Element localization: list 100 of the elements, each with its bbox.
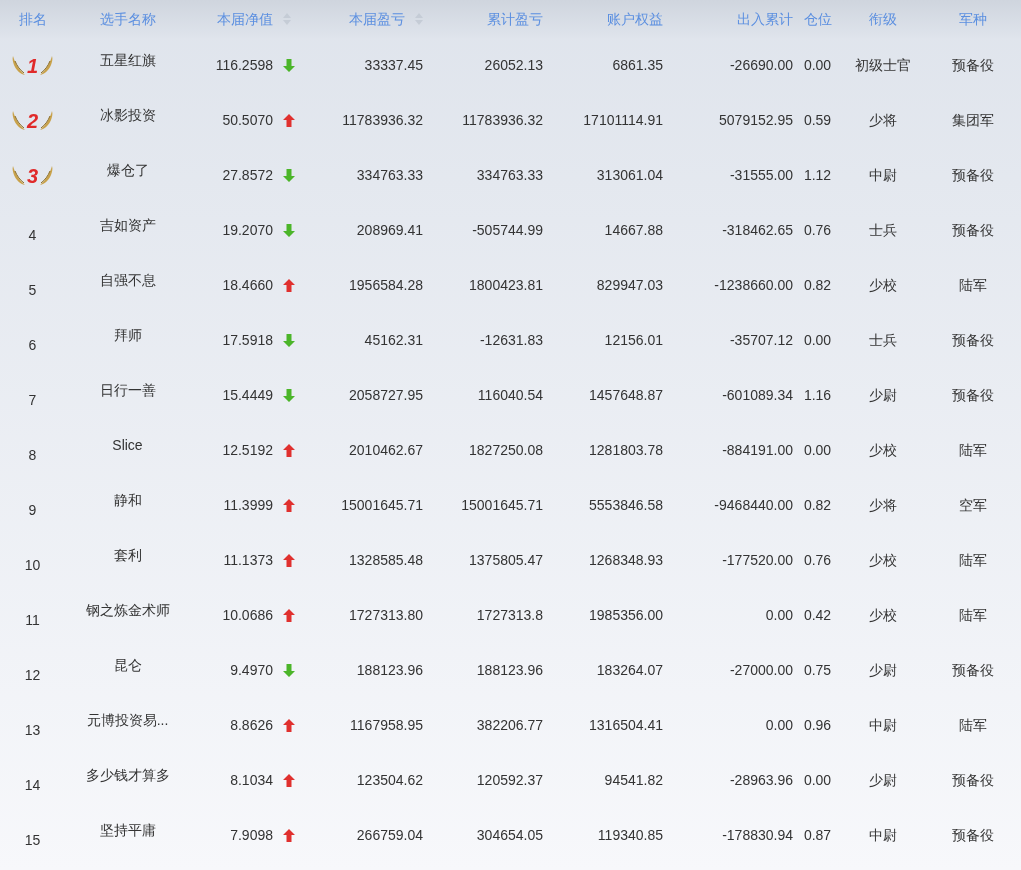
account-equity: 1268348.93 — [589, 551, 663, 570]
net-value: 50.5070 — [222, 111, 273, 130]
account-equity: 1985356.00 — [589, 606, 663, 625]
period-pnl: 334763.33 — [356, 166, 423, 185]
player-name[interactable]: 吉如资产 — [99, 215, 156, 236]
rank-title: 中尉 — [868, 166, 897, 185]
column-header: 衔级 — [868, 9, 897, 29]
player-name[interactable]: 多少钱才算多 — [85, 765, 170, 786]
branch: 陆军 — [959, 441, 987, 460]
period-pnl: 1167958.95 — [350, 716, 423, 735]
net-value: 19.2070 — [222, 221, 273, 240]
net-value: 17.5918 — [222, 331, 273, 350]
account-equity: 1457648.87 — [589, 386, 663, 405]
net-flow: -1238660.00 — [714, 276, 793, 295]
branch: 陆军 — [959, 716, 987, 735]
period-pnl: 188123.96 — [356, 661, 423, 680]
net-value: 10.0686 — [222, 606, 273, 625]
column-header: 账户权益 — [607, 9, 663, 29]
player-name[interactable]: 爆仓了 — [106, 160, 149, 181]
player-name[interactable]: 冰影投资 — [99, 105, 156, 126]
position: 0.76 — [803, 221, 832, 240]
player-name[interactable]: Slice — [112, 435, 143, 456]
rank-number: 9 — [28, 501, 37, 520]
net-flow: -9468440.00 — [714, 496, 793, 515]
net-value: 11.3999 — [223, 496, 273, 515]
account-equity: 12156.01 — [604, 331, 663, 350]
total-pnl: 304654.05 — [476, 826, 543, 845]
period-pnl: 33337.45 — [364, 56, 423, 75]
position: 0.00 — [803, 441, 832, 460]
period-pnl: 45162.31 — [364, 331, 423, 350]
branch: 预备役 — [952, 826, 994, 845]
rank-number: 6 — [28, 336, 37, 355]
total-pnl: 15001645.71 — [461, 496, 543, 515]
rank-number: 8 — [28, 446, 37, 465]
branch: 预备役 — [952, 331, 994, 350]
net-flow: -318462.65 — [722, 221, 793, 240]
period-pnl: 123504.62 — [356, 771, 423, 790]
total-pnl: 1375805.47 — [469, 551, 543, 570]
position: 0.00 — [803, 771, 832, 790]
net-value: 11.1373 — [223, 551, 273, 570]
period-pnl: 1956584.28 — [349, 276, 423, 295]
account-equity: 6861.35 — [612, 56, 663, 75]
total-pnl: 188123.96 — [476, 661, 543, 680]
net-value: 18.4660 — [222, 276, 273, 295]
player-name[interactable]: 自强不息 — [99, 270, 156, 291]
player-name[interactable]: 钢之炼金术师 — [85, 600, 170, 621]
account-equity: 183264.07 — [596, 661, 663, 680]
player-name[interactable]: 元博投资易... — [86, 710, 169, 731]
player-name[interactable]: 静和 — [113, 490, 142, 511]
rank-number: 12 — [24, 666, 41, 685]
net-flow: -884191.00 — [722, 441, 793, 460]
column-header: 出入累计 — [737, 9, 793, 29]
position: 0.42 — [803, 606, 832, 625]
total-pnl: 1800423.81 — [469, 276, 543, 295]
rank-title: 少尉 — [868, 771, 897, 790]
rank-title: 中尉 — [868, 826, 897, 845]
net-value: 12.5192 — [222, 441, 273, 460]
period-pnl: 208969.41 — [356, 221, 423, 240]
period-pnl: 11783936.32 — [342, 111, 423, 130]
total-pnl: 334763.33 — [476, 166, 543, 185]
account-equity: 313061.04 — [596, 166, 663, 185]
rank-title: 中尉 — [868, 716, 897, 735]
player-name[interactable]: 拜师 — [113, 325, 142, 346]
net-flow: -601089.34 — [722, 386, 793, 405]
rank-number: 7 — [28, 391, 37, 410]
player-name[interactable]: 坚持平庸 — [99, 820, 156, 841]
account-equity: 14667.88 — [604, 221, 663, 240]
player-name[interactable]: 套利 — [113, 545, 142, 566]
branch: 预备役 — [952, 386, 994, 405]
branch: 空军 — [959, 496, 987, 515]
period-pnl: 2010462.67 — [349, 441, 423, 460]
net-flow: -178830.94 — [722, 826, 793, 845]
net-value: 7.9098 — [230, 826, 273, 845]
rank-number: 13 — [24, 721, 41, 740]
position: 1.12 — [803, 166, 832, 185]
net-value: 8.1034 — [230, 771, 273, 790]
player-name[interactable]: 五星红旗 — [99, 50, 156, 71]
branch: 陆军 — [959, 551, 987, 570]
position: 0.75 — [803, 661, 832, 680]
net-flow: 5079152.95 — [719, 111, 793, 130]
period-pnl: 266759.04 — [356, 826, 423, 845]
player-name[interactable]: 日行一善 — [99, 380, 156, 401]
branch: 预备役 — [952, 166, 994, 185]
player-name[interactable]: 昆仑 — [113, 655, 142, 676]
net-flow: -27000.00 — [729, 661, 793, 680]
rank-title: 士兵 — [868, 221, 897, 240]
total-pnl: 382206.77 — [476, 716, 543, 735]
rank-title: 初级士官 — [854, 56, 911, 75]
wing-icon — [39, 109, 54, 132]
net-flow: 0.00 — [765, 606, 793, 625]
position: 0.82 — [803, 276, 832, 295]
rank-title: 少尉 — [868, 386, 897, 405]
net-flow: -31555.00 — [729, 166, 793, 185]
wing-icon — [39, 164, 54, 187]
net-flow: -35707.12 — [729, 331, 793, 350]
branch: 陆军 — [959, 276, 987, 295]
total-pnl: 1727313.8 — [476, 606, 543, 625]
net-value: 15.4449 — [222, 386, 273, 405]
total-pnl: 120592.37 — [476, 771, 543, 790]
rank-number: 10 — [24, 556, 41, 575]
